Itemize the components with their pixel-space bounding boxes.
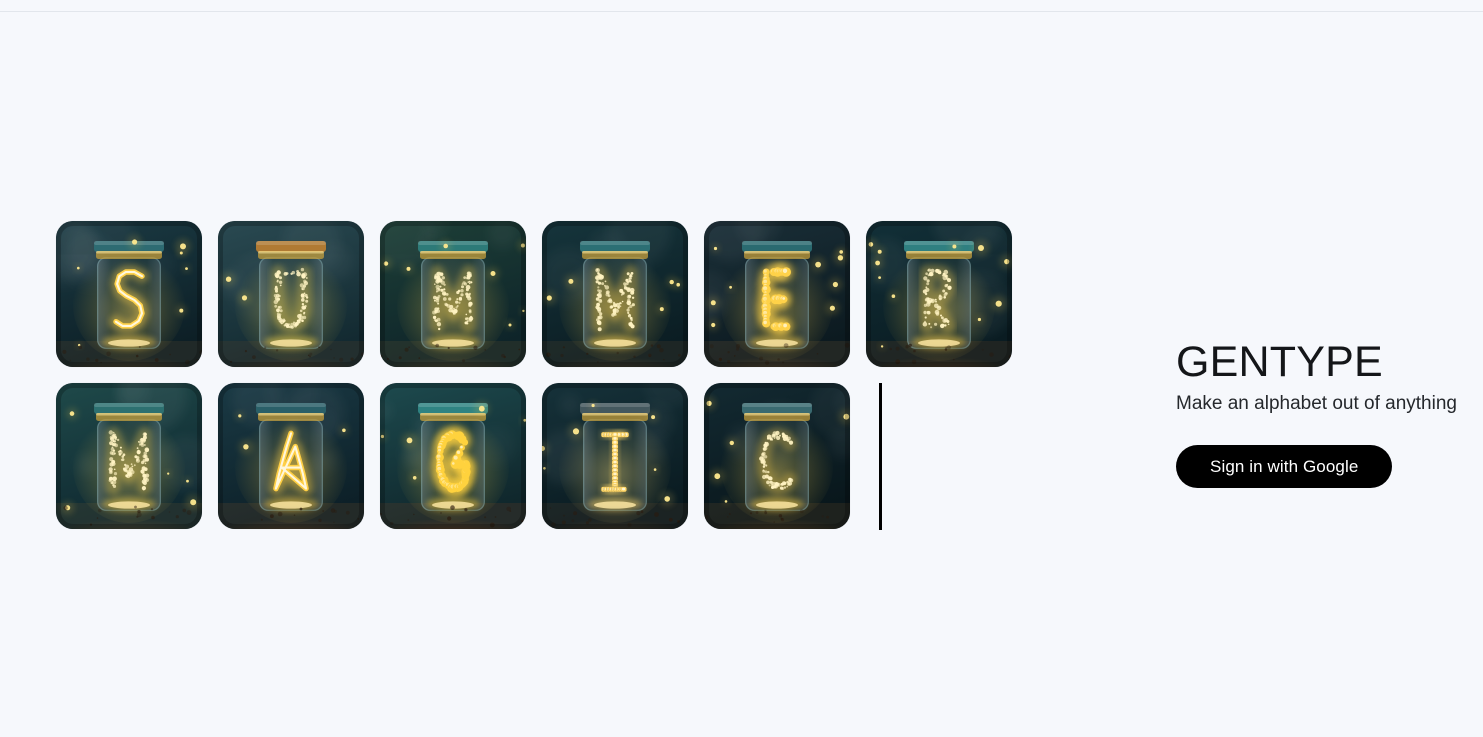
page-title: GENTYPE [1176,338,1383,386]
letter-tile-a[interactable] [218,383,364,529]
letter-row-magic [56,383,1012,530]
app-root: GENTYPE Make an alphabet out of anything… [0,0,1483,737]
tagline: Make an alphabet out of anything [1176,392,1457,414]
letter-row-summer [56,221,1012,367]
letter-tile-i[interactable] [542,383,688,529]
letter-tile-m[interactable] [56,383,202,529]
letter-tile-m[interactable] [380,221,526,367]
letter-rows [56,221,1012,530]
letter-tile-g[interactable] [380,383,526,529]
letter-tile-s[interactable] [56,221,202,367]
alphabet-canvas [0,12,1150,737]
letter-tile-e[interactable] [704,221,850,367]
letter-tile-m[interactable] [542,221,688,367]
text-caret [879,383,882,530]
letter-tile-u[interactable] [218,221,364,367]
sign-in-with-google-button[interactable]: Sign in with Google [1176,445,1393,489]
letter-tile-c[interactable] [704,383,850,529]
brand-panel: GENTYPE Make an alphabet out of anything… [1176,338,1483,489]
letter-tile-r[interactable] [866,221,1012,367]
